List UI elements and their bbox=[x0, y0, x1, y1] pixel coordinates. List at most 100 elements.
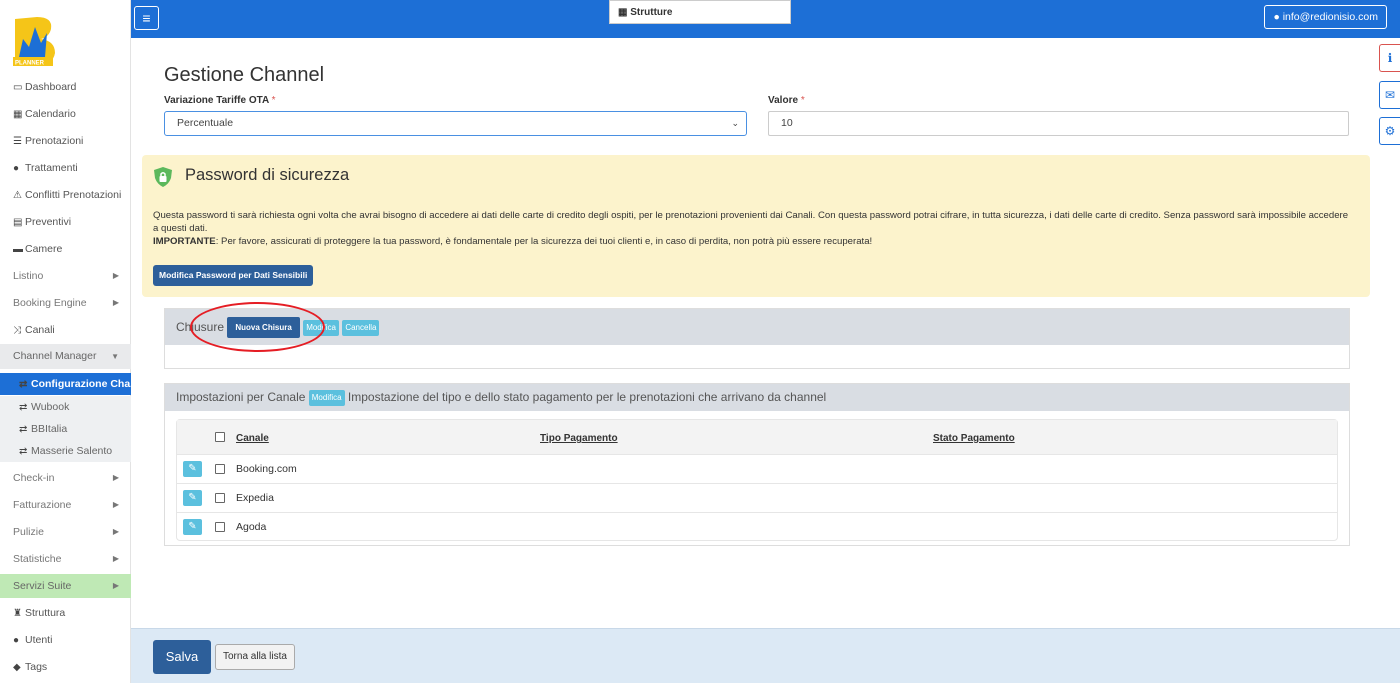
sidebar-item-label: Configurazione Cha... bbox=[31, 378, 131, 390]
sidebar-item-pulizie[interactable]: Pulizie ▶ bbox=[0, 520, 131, 544]
row-checkbox[interactable] bbox=[215, 522, 225, 532]
channel-name: Agoda bbox=[236, 521, 267, 533]
page-title: Gestione Channel bbox=[164, 64, 325, 86]
exchange-icon: ⇄ bbox=[19, 379, 28, 390]
sidebar-item-label: Servizi Suite bbox=[13, 580, 72, 592]
sidebar-item-label: Camere bbox=[25, 243, 63, 255]
valore-input[interactable]: 10 bbox=[768, 111, 1349, 136]
sidebar-item-trattamenti[interactable]: ● Trattamenti bbox=[0, 156, 131, 180]
important-text: : Per favore, assicurati di proteggere l… bbox=[215, 236, 873, 247]
hamburger-menu-button[interactable]: ≡ bbox=[134, 6, 159, 30]
column-header-canale[interactable]: Canale bbox=[236, 433, 269, 444]
select-all-checkbox[interactable] bbox=[215, 432, 225, 442]
sidebar-item-calendario[interactable]: ▦ Calendario bbox=[0, 102, 131, 126]
structure-selector[interactable]: ▦ Strutture bbox=[609, 0, 791, 24]
required-mark: * bbox=[800, 95, 805, 106]
sidebar-item-listino[interactable]: Listino ▶ bbox=[0, 264, 131, 288]
sidebar-item-fatturazione[interactable]: Fatturazione ▶ bbox=[0, 493, 131, 517]
security-title: Password di sicurezza bbox=[185, 166, 350, 184]
chevron-right-icon: ▶ bbox=[112, 473, 119, 482]
chevron-right-icon: ▶ bbox=[112, 527, 119, 536]
sidebar-item-camere[interactable]: ▬ Camere bbox=[0, 237, 131, 261]
settings-button[interactable]: ⚙ bbox=[1379, 117, 1400, 145]
logo-text: PLANNER bbox=[15, 61, 45, 67]
sidebar-item-label: BBItalia bbox=[31, 423, 68, 435]
chiusure-panel: Chiusure Nuova Chisura Modifica Cancella bbox=[164, 308, 1350, 369]
security-password-panel: Password di sicurezza Questa password ti… bbox=[142, 155, 1370, 297]
sidebar-item-label: Listino bbox=[13, 270, 44, 282]
sidebar: PLANNER ▭ Dashboard ▦ Calendario ☰ Prenotaz… bbox=[0, 0, 131, 683]
edit-row-button[interactable]: ✎ bbox=[183, 490, 202, 506]
sidebar-item-struttura[interactable]: ♜ Struttura bbox=[0, 601, 131, 625]
channel-payment-table: Canale Tipo Pagamento Stato Pagamento ✎ … bbox=[176, 419, 1338, 541]
sidebar-item-masserie-salento[interactable]: ⇄ Masserie Salento bbox=[0, 440, 131, 462]
sidebar-item-conflitti[interactable]: ⚠ Conflitti Prenotazioni bbox=[0, 183, 131, 207]
random-icon: ⤨ bbox=[13, 325, 21, 336]
variazione-value: Percentuale bbox=[177, 117, 234, 129]
sidebar-item-preventivi[interactable]: ▤ Preventivi bbox=[0, 210, 131, 234]
sidebar-item-utenti[interactable]: ● Utenti bbox=[0, 628, 131, 652]
row-checkbox[interactable] bbox=[215, 493, 225, 503]
highlight-circle bbox=[190, 302, 325, 352]
important-label: IMPORTANTE bbox=[153, 236, 216, 247]
info-button[interactable]: ℹ bbox=[1379, 44, 1400, 72]
sidebar-item-bbitalia[interactable]: ⇄ BBItalia bbox=[0, 418, 131, 440]
save-button[interactable]: Salva bbox=[153, 640, 211, 674]
top-navbar: ≡ ▦ Strutture ● info@redionisio.com bbox=[131, 0, 1400, 38]
channel-name: Booking.com bbox=[236, 463, 297, 475]
chevron-right-icon: ▶ bbox=[112, 581, 119, 590]
sidebar-item-label: Pulizie bbox=[13, 526, 44, 538]
sidebar-item-booking-engine[interactable]: Booking Engine ▶ bbox=[0, 291, 131, 315]
sidebar-item-label: Channel Manager bbox=[13, 350, 97, 362]
chiusure-header: Chiusure Nuova Chisura Modifica Cancella bbox=[165, 309, 1349, 345]
sidebar-item-wubook[interactable]: ⇄ Wubook bbox=[0, 396, 131, 418]
warning-icon: ⚠ bbox=[13, 190, 22, 201]
sidebar-item-label: Check-in bbox=[13, 472, 55, 484]
variazione-label: Variazione Tariffe OTA * bbox=[164, 95, 276, 106]
footer-bar: Salva Torna alla lista bbox=[131, 628, 1400, 683]
back-to-list-button[interactable]: Torna alla lista bbox=[215, 644, 295, 670]
edit-row-button[interactable]: ✎ bbox=[183, 461, 202, 477]
sidebar-item-statistiche[interactable]: Statistiche ▶ bbox=[0, 547, 131, 571]
sidebar-item-channel-manager[interactable]: Channel Manager ▼ bbox=[0, 344, 131, 369]
mail-button[interactable]: ✉ bbox=[1379, 81, 1400, 109]
edit-row-button[interactable]: ✎ bbox=[183, 519, 202, 535]
sidebar-item-tags[interactable]: ◆ Tags bbox=[0, 655, 131, 679]
column-header-tipo-pagamento[interactable]: Tipo Pagamento bbox=[540, 433, 618, 444]
building-icon: ▦ bbox=[618, 7, 628, 18]
sidebar-item-prenotazioni[interactable]: ☰ Prenotazioni bbox=[0, 129, 131, 153]
user-menu-button[interactable]: ● info@redionisio.com bbox=[1264, 5, 1387, 29]
chevron-right-icon: ▶ bbox=[112, 500, 119, 509]
sidebar-item-label: Fatturazione bbox=[13, 499, 72, 511]
edit-sensitive-password-button[interactable]: Modifica Password per Dati Sensibili bbox=[153, 265, 314, 286]
sidebar-item-label: Tags bbox=[25, 661, 48, 673]
row-checkbox[interactable] bbox=[215, 464, 225, 474]
security-description: Questa password ti sarà richiesta ogni v… bbox=[153, 210, 1349, 234]
envelope-icon: ✉ bbox=[1384, 88, 1396, 102]
sidebar-item-label: Masserie Salento bbox=[31, 445, 113, 457]
structure-label: Strutture bbox=[630, 7, 673, 18]
delete-closure-button[interactable]: Cancella bbox=[342, 319, 380, 336]
desktop-icon: ▭ bbox=[13, 82, 23, 93]
brand-logo[interactable]: PLANNER bbox=[11, 13, 67, 69]
sidebar-item-dashboard[interactable]: ▭ Dashboard bbox=[0, 75, 131, 99]
variazione-select[interactable]: Percentuale ⌄ bbox=[164, 111, 747, 136]
sidebar-item-check-in[interactable]: Check-in ▶ bbox=[0, 466, 131, 490]
tags-icon: ◆ bbox=[13, 662, 21, 673]
sidebar-item-label: Calendario bbox=[25, 108, 76, 120]
variazione-label-text: Variazione Tariffe OTA bbox=[164, 95, 269, 106]
table-row: ✎ Agoda bbox=[177, 513, 1337, 542]
sidebar-item-canali[interactable]: ⤨ Canali bbox=[0, 318, 131, 342]
impostazioni-description: Impostazione del tipo e dello stato paga… bbox=[347, 390, 827, 404]
shield-lock-icon bbox=[154, 167, 172, 187]
sidebar-item-label: Dashboard bbox=[25, 81, 77, 93]
sidebar-item-servizi-suite[interactable]: Servizi Suite ▶ bbox=[0, 574, 131, 598]
exchange-icon: ⇄ bbox=[19, 424, 28, 435]
impostazioni-header: Impostazioni per Canale Modifica Imposta… bbox=[165, 384, 1349, 411]
apple-icon: ● bbox=[13, 163, 20, 174]
sidebar-item-label: Booking Engine bbox=[13, 297, 87, 309]
sidebar-item-configurazione-channel[interactable]: ⇄ Configurazione Cha... bbox=[0, 373, 131, 395]
column-header-stato-pagamento[interactable]: Stato Pagamento bbox=[933, 433, 1015, 444]
edit-payment-settings-button[interactable]: Modifica bbox=[308, 389, 345, 406]
user-email: info@redionisio.com bbox=[1282, 11, 1378, 23]
